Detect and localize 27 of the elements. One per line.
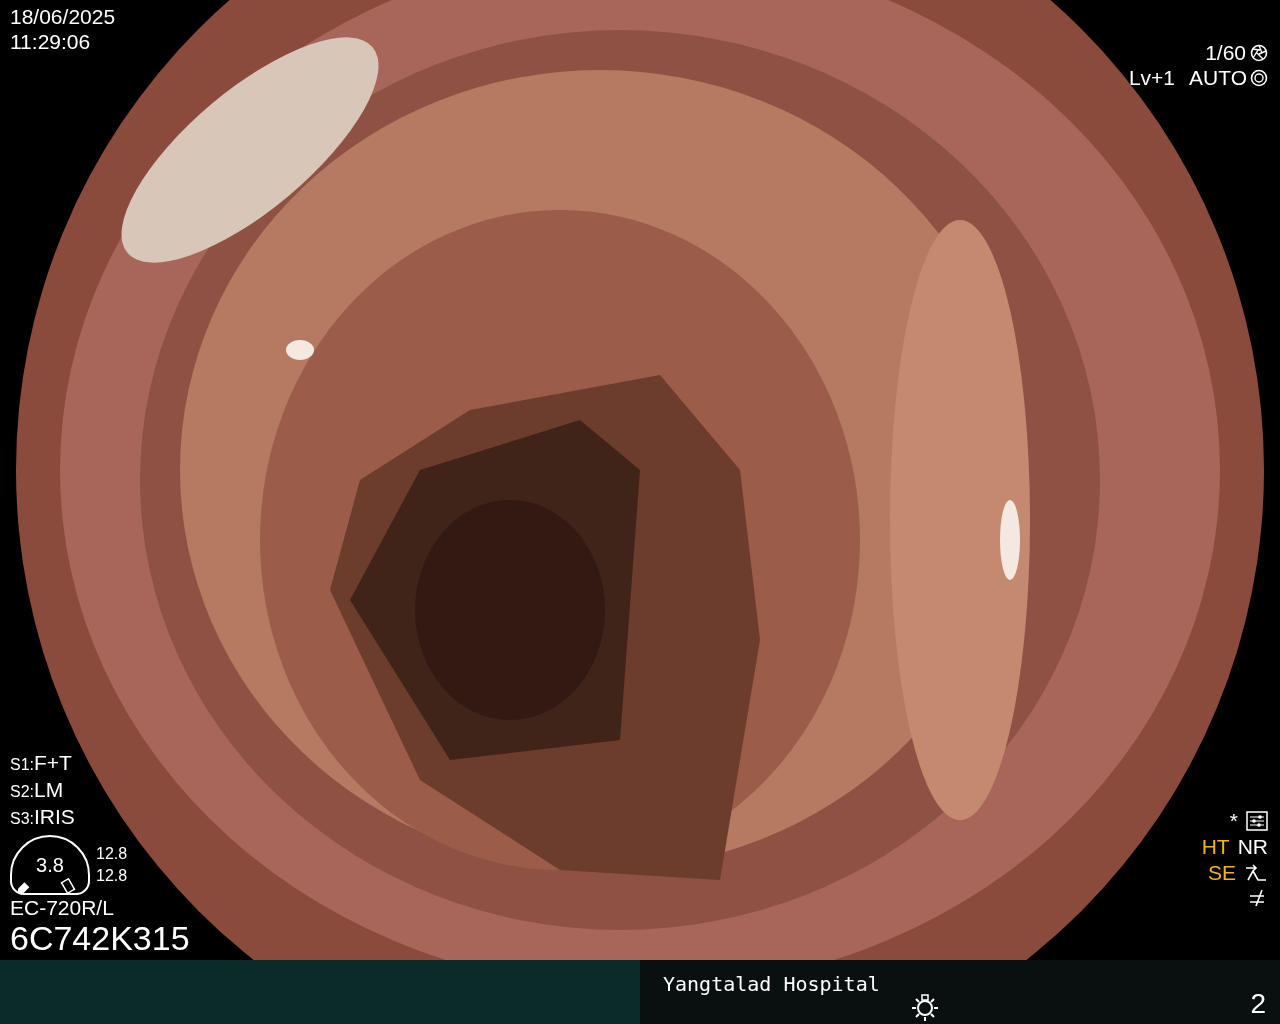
serial-number: 6C742K315 <box>10 920 190 956</box>
gauge-reading: 12.8 <box>96 843 128 864</box>
page-number: 2 <box>1250 988 1266 1020</box>
level-text: Lv+1 <box>1128 65 1176 91</box>
iris-icon <box>1250 68 1268 87</box>
switch-value: LM <box>34 776 64 802</box>
shutter-speed: 1/60 <box>1205 40 1246 66</box>
asterisk-mark: * <box>1229 808 1238 834</box>
time-text: 11:29:06 <box>10 29 92 55</box>
switch-value: F+T <box>34 749 72 775</box>
date-text: 18/06/2025 <box>10 4 117 30</box>
switch-key: S2: <box>10 778 34 804</box>
switch-value: IRIS <box>34 803 75 829</box>
switch-key: S1: <box>10 751 34 777</box>
hospital-name: Yangtalad Hospital <box>663 972 880 996</box>
gauge-reading: 12.8 <box>96 865 128 886</box>
lamp-icon <box>909 992 940 1022</box>
switch-key: S3: <box>10 805 34 831</box>
mode-label: SE <box>1208 860 1236 886</box>
curve-icon <box>1244 864 1268 882</box>
mode-text: AUTO <box>1189 65 1247 91</box>
mode-label: HT <box>1201 834 1230 860</box>
aperture-icon <box>1250 43 1268 62</box>
sliders-icon <box>1246 811 1268 831</box>
gauge-value: 3.8 <box>36 852 64 877</box>
scope-model: EC-720R/L <box>10 894 115 920</box>
mode-label: NR <box>1237 834 1268 860</box>
